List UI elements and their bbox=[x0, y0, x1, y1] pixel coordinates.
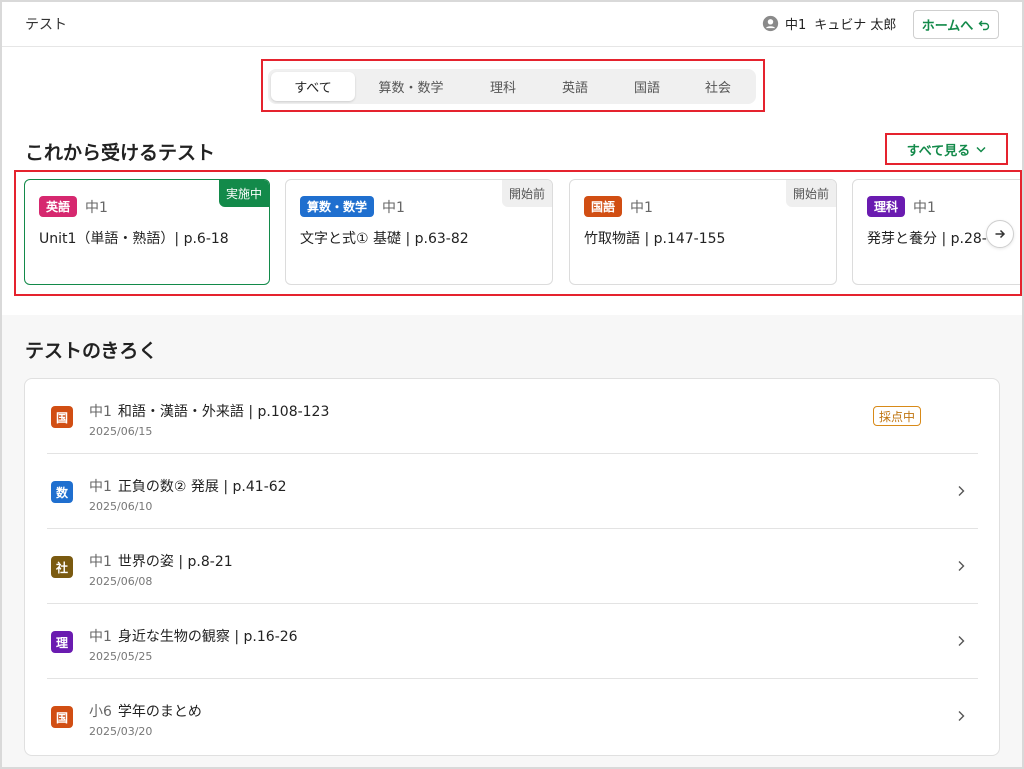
list-item[interactable]: 数 中1 正負の数② 発展 | p.41-62 2025/06/10 bbox=[47, 454, 978, 529]
chevron-right-icon bbox=[958, 711, 965, 721]
chevron-right-icon bbox=[958, 636, 965, 646]
user-name: キュビナ 太郎 bbox=[814, 18, 897, 33]
card-grade: 中1 bbox=[85, 199, 108, 216]
page-title: テスト bbox=[25, 17, 67, 33]
chevron-right-icon bbox=[958, 486, 965, 496]
chevron-down-icon bbox=[976, 146, 986, 153]
user-avatar-icon bbox=[762, 15, 779, 32]
records-title: テストのきろく bbox=[25, 340, 158, 362]
record-grade: 中1 bbox=[89, 479, 112, 495]
record-title-text: 学年のまとめ bbox=[117, 704, 202, 720]
list-item[interactable]: 国 中1 和語・漢語・外来語 | p.108-123 2025/06/15 採点中 bbox=[47, 379, 978, 454]
subject-tabs: すべて 算数・数学 理科 英語 国語 社会 bbox=[268, 69, 756, 104]
record-grade: 中1 bbox=[89, 554, 112, 570]
subject-badge: 国語 bbox=[584, 196, 623, 217]
record-title: 中1 身近な生物の観察 | p.16-26 bbox=[89, 626, 298, 646]
record-date: 2025/06/10 bbox=[89, 500, 153, 513]
record-title: 小6 学年のまとめ bbox=[89, 701, 202, 721]
record-date: 2025/06/15 bbox=[89, 425, 153, 438]
chevron-right-icon bbox=[958, 561, 965, 571]
record-grade: 中1 bbox=[89, 404, 112, 420]
status-badge: 実施中 bbox=[218, 180, 269, 207]
test-card[interactable]: 開始前 算数・数学 中1 文字と式① 基礎 | p.63-82 bbox=[285, 179, 553, 285]
card-grade: 中1 bbox=[913, 199, 936, 216]
record-title: 中1 正負の数② 発展 | p.41-62 bbox=[89, 476, 287, 496]
card-title: 文字と式① 基礎 | p.63-82 bbox=[300, 231, 469, 247]
upcoming-title: これから受けるテスト bbox=[25, 142, 216, 164]
record-title: 中1 世界の姿 | p.8-21 bbox=[89, 551, 233, 571]
subject-badge: 理科 bbox=[867, 196, 906, 217]
record-grade: 小6 bbox=[89, 704, 112, 720]
subject-badge: 算数・数学 bbox=[300, 196, 375, 217]
card-title: 発芽と養分 | p.28-41 bbox=[867, 231, 1005, 247]
test-records-list: 国 中1 和語・漢語・外来語 | p.108-123 2025/06/15 採点中… bbox=[24, 378, 1000, 756]
app-header: テスト 中1 キュビナ 太郎 ホームへ bbox=[0, 0, 1024, 47]
tab-science[interactable]: 理科 bbox=[467, 72, 539, 101]
record-title-text: 身近な生物の観察 | p.16-26 bbox=[117, 629, 298, 645]
tab-japanese[interactable]: 国語 bbox=[611, 72, 683, 101]
card-title: Unit1（単語・熟語）| p.6-18 bbox=[39, 231, 229, 247]
card-title: 竹取物語 | p.147-155 bbox=[584, 231, 726, 247]
record-title: 中1 和語・漢語・外来語 | p.108-123 bbox=[89, 401, 329, 421]
see-all-button[interactable]: すべて見る bbox=[885, 133, 1008, 165]
status-badge: 採点中 bbox=[873, 406, 922, 426]
record-date: 2025/05/25 bbox=[89, 650, 153, 663]
return-icon bbox=[978, 20, 990, 30]
upcoming-cards: 実施中 英語 中1 Unit1（単語・熟語）| p.6-18 開始前 算数・数学… bbox=[16, 172, 1022, 294]
subject-icon: 社 bbox=[51, 556, 73, 578]
tab-social[interactable]: 社会 bbox=[683, 72, 753, 101]
subject-icon: 数 bbox=[51, 481, 73, 503]
tab-english[interactable]: 英語 bbox=[539, 72, 611, 101]
record-title-text: 世界の姿 | p.8-21 bbox=[117, 554, 233, 570]
list-item[interactable]: 国 小6 学年のまとめ 2025/03/20 bbox=[47, 679, 978, 754]
test-card[interactable]: 実施中 英語 中1 Unit1（単語・熟語）| p.6-18 bbox=[24, 179, 270, 285]
subject-icon: 国 bbox=[51, 706, 73, 728]
status-badge: 開始前 bbox=[501, 180, 552, 207]
record-title-text: 和語・漢語・外来語 | p.108-123 bbox=[117, 404, 330, 420]
record-grade: 中1 bbox=[89, 629, 112, 645]
see-all-label: すべて見る bbox=[906, 143, 971, 159]
home-button[interactable]: ホームへ bbox=[913, 10, 999, 39]
subject-badge: 英語 bbox=[39, 196, 78, 217]
arrow-right-icon bbox=[995, 229, 1006, 239]
subject-icon: 理 bbox=[51, 631, 73, 653]
record-date: 2025/03/20 bbox=[89, 725, 153, 738]
user-grade: 中1 bbox=[785, 18, 807, 33]
status-badge: 開始前 bbox=[785, 180, 836, 207]
list-item[interactable]: 理 中1 身近な生物の観察 | p.16-26 2025/05/25 bbox=[47, 604, 978, 679]
card-grade: 中1 bbox=[382, 199, 405, 216]
tab-all[interactable]: すべて bbox=[271, 72, 355, 101]
record-date: 2025/06/08 bbox=[89, 575, 153, 588]
test-card[interactable]: 開始前 国語 中1 竹取物語 | p.147-155 bbox=[569, 179, 837, 285]
user-info: 中1 キュビナ 太郎 bbox=[762, 14, 896, 33]
scroll-next-button[interactable] bbox=[986, 220, 1014, 248]
record-title-text: 正負の数② 発展 | p.41-62 bbox=[117, 479, 287, 495]
card-grade: 中1 bbox=[630, 199, 653, 216]
subject-icon: 国 bbox=[51, 406, 73, 428]
tab-math[interactable]: 算数・数学 bbox=[355, 72, 467, 101]
list-item[interactable]: 社 中1 世界の姿 | p.8-21 2025/06/08 bbox=[47, 529, 978, 604]
home-button-label: ホームへ bbox=[921, 19, 974, 34]
